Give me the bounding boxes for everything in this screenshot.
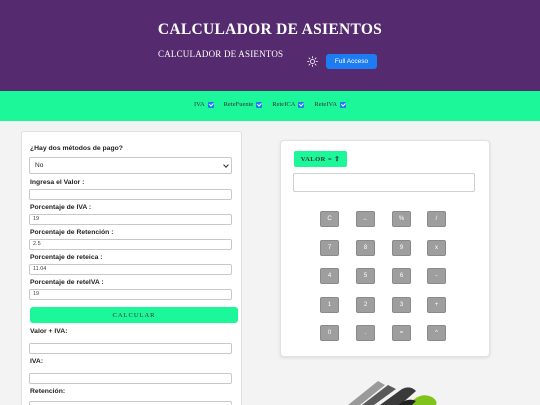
option-checkbox[interactable]	[340, 101, 347, 108]
key-decimal[interactable]: .	[356, 325, 375, 341]
key-6[interactable]: 6	[392, 268, 411, 284]
key-multiply[interactable]: x	[427, 240, 446, 256]
header-subtitle: CALCULADOR DE ASIENTOS	[158, 49, 284, 59]
option-checkbox[interactable]	[207, 101, 214, 108]
value-input[interactable]	[29, 189, 232, 200]
theme-toggle-icon[interactable]	[307, 56, 318, 67]
key-3[interactable]: 3	[392, 297, 411, 313]
key-subtract[interactable]: -	[427, 268, 446, 284]
key-7[interactable]: 7	[320, 240, 339, 256]
iva-input[interactable]: 19	[29, 214, 232, 225]
retencion-result-label: Retención:	[30, 388, 66, 395]
key-divide[interactable]: /	[427, 211, 446, 227]
header	[0, 0, 540, 91]
key-2[interactable]: 2	[356, 297, 375, 313]
calculator-display[interactable]	[293, 173, 475, 192]
page-title: CALCULADOR DE ASIENTOS	[157, 21, 383, 38]
key-backspace[interactable]: ←	[356, 211, 375, 227]
key-add[interactable]: +	[427, 297, 446, 313]
retencion-label: Porcentaje de Retención :	[30, 229, 114, 236]
logo-icon	[348, 381, 437, 405]
payment-question-label: ¿Hay dos métodos de pago?	[30, 145, 123, 152]
option-label: ReteIVA	[314, 101, 338, 108]
full-access-button[interactable]: Full Acceso	[326, 54, 377, 69]
valor-iva-label: Valor + IVA:	[30, 328, 68, 335]
options-list: IVA ReteFuente ReteICA ReteIVA	[0, 101, 540, 108]
option-retefuente[interactable]: ReteFuente	[224, 101, 263, 108]
reteica-label: Porcentaje de reteica :	[30, 254, 103, 261]
value-label: Ingresa el Valor :	[30, 179, 85, 186]
key-clear[interactable]: C	[320, 211, 339, 227]
option-iva[interactable]: IVA	[194, 101, 214, 108]
option-label: IVA	[193, 101, 205, 108]
option-reteiva[interactable]: ReteIVA	[314, 101, 347, 108]
key-power[interactable]: ^	[427, 325, 446, 341]
reteiva-input[interactable]: 19	[29, 289, 232, 300]
option-checkbox[interactable]	[298, 101, 305, 108]
key-0[interactable]: 0	[320, 325, 339, 341]
key-8[interactable]: 8	[356, 240, 375, 256]
chevron-down-icon	[223, 162, 229, 168]
option-label: ReteFuente	[223, 101, 254, 108]
retencion-output	[29, 401, 232, 405]
option-label: ReteICA	[272, 101, 296, 108]
valor-iva-output	[29, 343, 232, 354]
valor-badge[interactable]: VALOR = ⇧	[294, 151, 347, 167]
calculate-button[interactable]: CALCULAR	[30, 307, 238, 323]
reteiva-label: Porcentaje de reteIVA :	[30, 279, 104, 286]
iva-label: Porcentaje de IVA :	[30, 204, 92, 211]
key-4[interactable]: 4	[320, 268, 339, 284]
key-9[interactable]: 9	[392, 240, 411, 256]
payment-method-select[interactable]: No	[29, 157, 232, 174]
key-1[interactable]: 1	[320, 297, 339, 313]
reteica-input[interactable]: 11.04	[29, 264, 232, 275]
key-equals[interactable]: =	[392, 325, 411, 341]
option-reteica[interactable]: ReteICA	[272, 101, 305, 108]
key-percent[interactable]: %	[392, 211, 411, 227]
option-checkbox[interactable]	[256, 101, 263, 108]
iva-output	[29, 373, 232, 384]
iva-result-label: IVA:	[30, 358, 44, 365]
key-5[interactable]: 5	[356, 268, 375, 284]
select-value: No	[35, 162, 44, 169]
retencion-input[interactable]: 2.5	[29, 239, 232, 250]
